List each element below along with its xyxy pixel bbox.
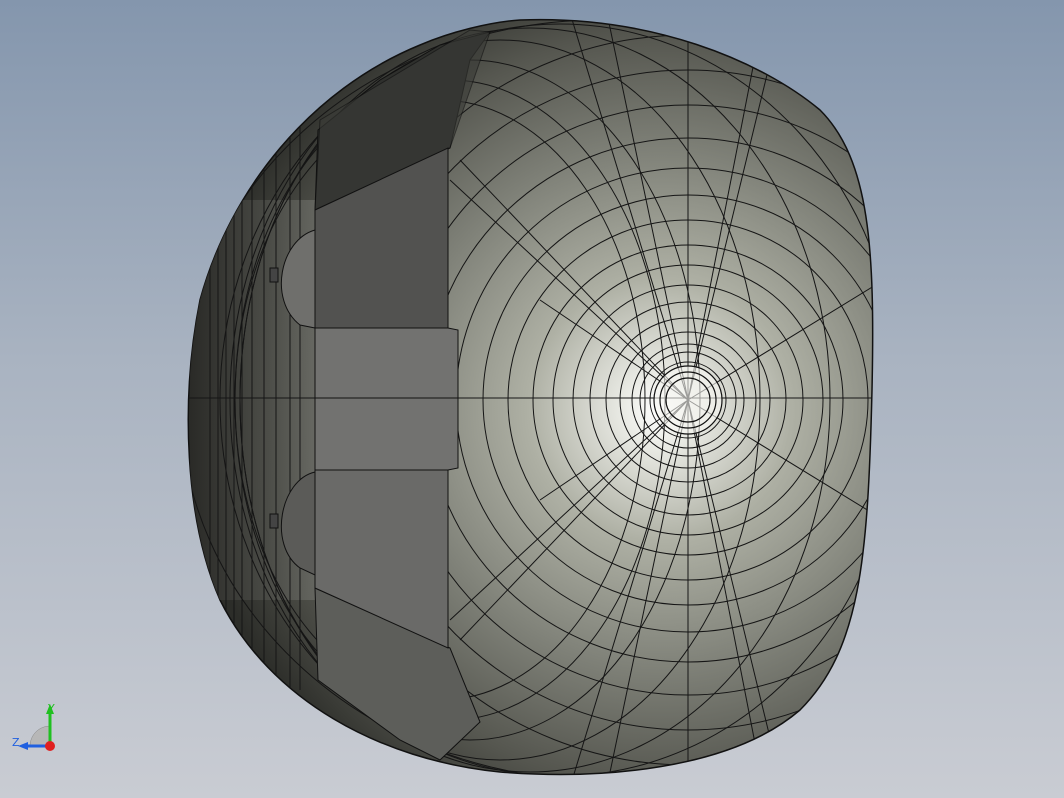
z-axis-label: Z [12,736,20,749]
graphics-viewport[interactable]: Y Z [0,0,1064,798]
mounting-boss[interactable] [314,147,459,649]
coordinate-triad: Y Z [12,702,55,751]
center-hub[interactable] [653,365,723,435]
x-axis-dot [45,741,55,751]
y-axis-label: Y [47,702,55,715]
